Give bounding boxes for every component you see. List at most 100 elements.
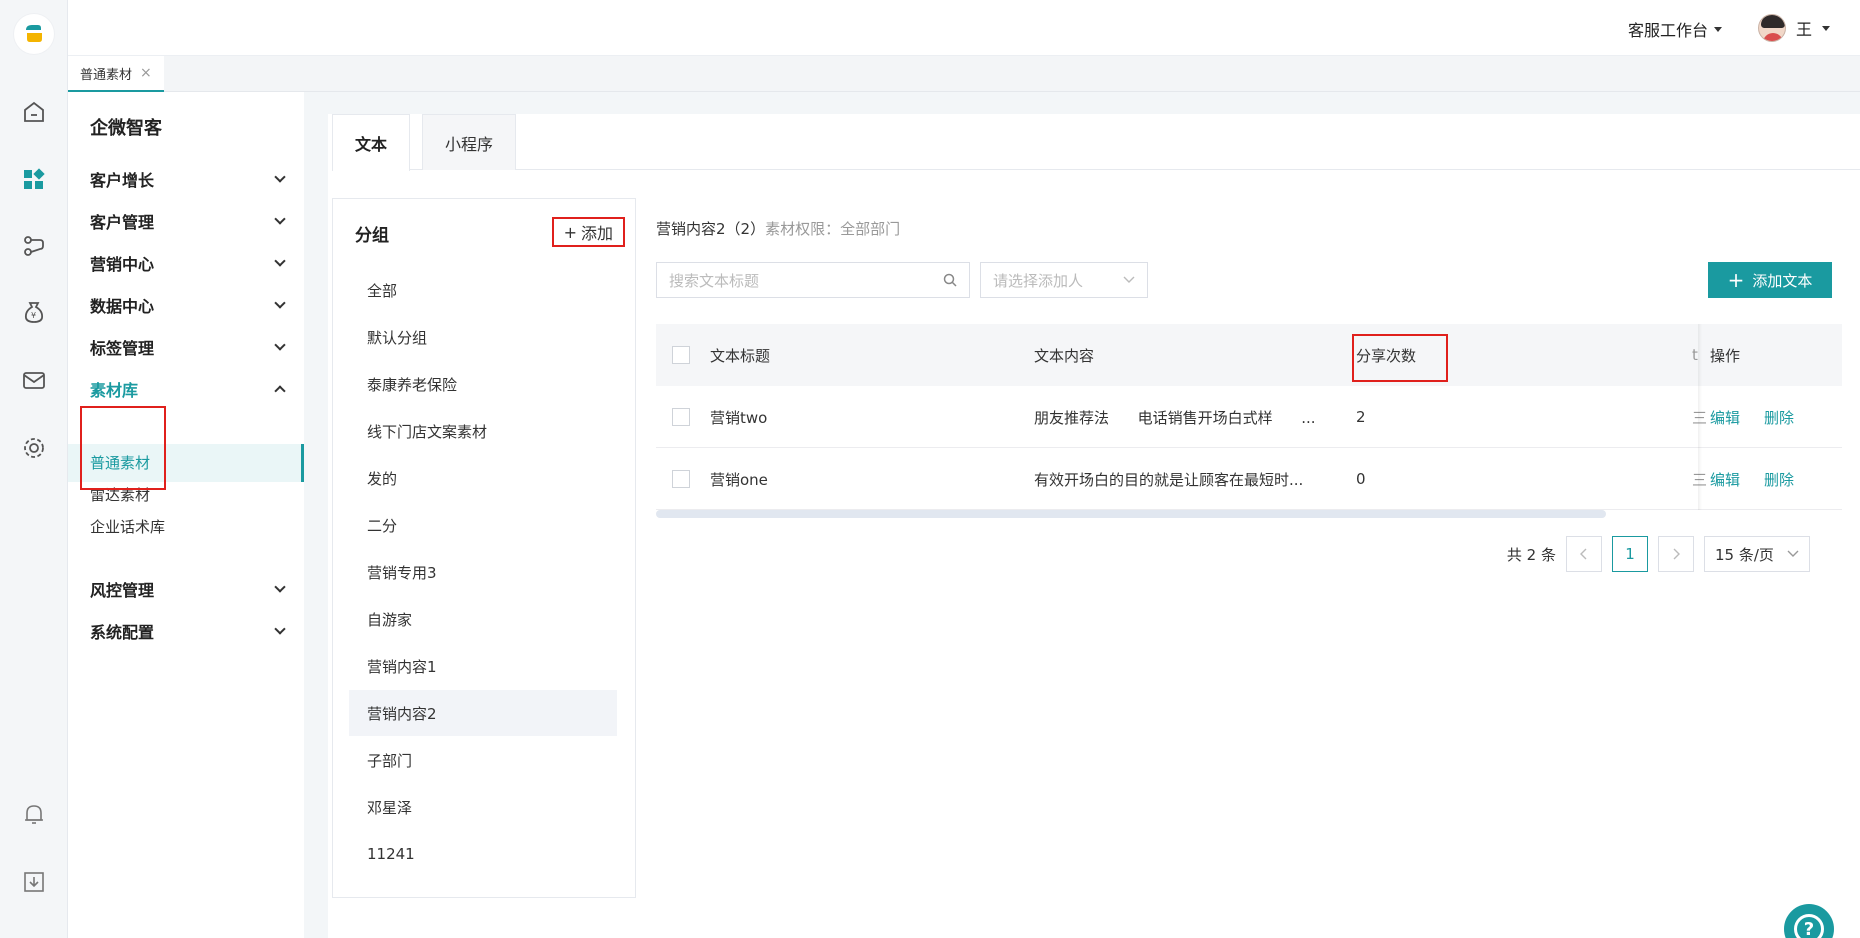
menu-label: 数据中心 xyxy=(90,297,155,316)
menu-label: 系统配置 xyxy=(90,623,155,642)
row-title: 营销one xyxy=(710,470,768,489)
chevron-down-icon xyxy=(274,213,286,225)
mail-icon[interactable] xyxy=(20,366,48,394)
menu-label: 营销中心 xyxy=(90,255,155,274)
group-item[interactable]: 发的 xyxy=(349,455,617,501)
group-name: 营销内容2（2） xyxy=(656,220,766,238)
page-tab-plain-material[interactable]: 普通素材 × xyxy=(68,56,164,92)
edit-link[interactable]: 编辑 xyxy=(1710,407,1740,428)
group-item[interactable]: 默认分组 xyxy=(349,314,617,360)
menu-risk-control[interactable]: 风控管理 xyxy=(90,574,290,604)
row-title: 营销two xyxy=(710,408,768,427)
table-row: 营销two 朋友推荐法 电话销售开场白式样 ... 2 三 编辑 删除 xyxy=(656,386,1842,448)
row-shares: 2 xyxy=(1356,408,1366,426)
workspace-switcher[interactable]: 客服工作台 xyxy=(1628,17,1722,41)
workspace-label: 客服工作台 xyxy=(1627,21,1708,40)
page-size-select[interactable]: 15 条/页 xyxy=(1704,536,1810,572)
menu-marketing-center[interactable]: 营销中心 xyxy=(90,248,290,278)
home-icon[interactable] xyxy=(20,98,48,126)
page-number[interactable]: 1 xyxy=(1612,536,1648,572)
row-checkbox[interactable] xyxy=(672,408,690,426)
row-shares: 0 xyxy=(1356,470,1366,488)
brand-title: 企微智客 xyxy=(90,118,162,139)
group-item-selected[interactable]: 营销内容2 xyxy=(349,690,617,736)
top-bar: 客服工作台 王 xyxy=(68,0,1860,56)
group-item[interactable]: 子部门 xyxy=(349,737,617,783)
menu-data-center[interactable]: 数据中心 xyxy=(90,290,290,320)
select-all-checkbox[interactable] xyxy=(672,346,690,364)
chevron-left-icon xyxy=(1580,548,1587,560)
select-placeholder: 请选择添加人 xyxy=(993,271,1084,290)
menu-customer-growth[interactable]: 客户增长 xyxy=(90,164,290,194)
close-icon[interactable]: × xyxy=(140,65,152,81)
chevron-down-icon xyxy=(1787,550,1799,557)
menu-label: 客户增长 xyxy=(90,171,155,190)
caret-down-icon xyxy=(1822,25,1830,31)
next-page-button[interactable] xyxy=(1658,536,1694,572)
group-item[interactable]: 营销内容1 xyxy=(349,643,617,689)
highlight-box xyxy=(1352,334,1448,382)
menu-system-config[interactable]: 系统配置 xyxy=(90,616,290,646)
settings-icon[interactable] xyxy=(20,434,48,462)
pagination: 共 2 条 1 15 条/页 xyxy=(1507,536,1810,572)
chevron-down-icon xyxy=(274,297,286,309)
row-content: 朋友推荐法 电话销售开场白式样 ... xyxy=(1034,408,1316,427)
group-item[interactable]: 营销专用3 xyxy=(349,549,617,595)
group-item[interactable]: 11241 xyxy=(349,831,617,877)
user-name: 王 xyxy=(1795,20,1812,39)
group-item[interactable]: 二分 xyxy=(349,502,617,548)
group-panel-title: 分组 xyxy=(355,226,389,246)
add-group-label: 添加 xyxy=(580,224,613,243)
row-content: 有效开场白的目的就是让顾客在最短时... xyxy=(1034,470,1304,489)
row-checkbox[interactable] xyxy=(672,470,690,488)
apps-icon[interactable] xyxy=(20,166,48,194)
prev-page-button[interactable] xyxy=(1566,536,1602,572)
horizontal-scrollbar[interactable] xyxy=(656,510,1606,518)
download-icon[interactable] xyxy=(20,868,48,896)
chevron-down-icon xyxy=(274,339,286,351)
add-text-button[interactable]: + 添加文本 xyxy=(1708,262,1832,298)
col-title: 文本标题 xyxy=(710,346,771,365)
permission-label: 素材权限： xyxy=(765,220,841,238)
add-group-button[interactable]: + 添加 xyxy=(551,217,625,247)
adder-select[interactable]: 请选择添加人 xyxy=(980,262,1148,298)
page-tab-label: 普通素材 xyxy=(80,67,133,83)
delete-link[interactable]: 删除 xyxy=(1764,407,1794,428)
content-type-tabs: 文本 小程序 xyxy=(332,114,1860,171)
chevron-up-icon xyxy=(274,385,286,397)
flow-icon[interactable] xyxy=(20,232,48,260)
menu-tag-management[interactable]: 标签管理 xyxy=(90,332,290,362)
money-bag-icon[interactable]: ¥ xyxy=(20,298,48,326)
page-size-label: 15 条/页 xyxy=(1715,545,1774,564)
plus-icon: + xyxy=(563,222,577,242)
search-input[interactable]: 搜索文本标题 xyxy=(656,262,970,298)
menu-customer-management[interactable]: 客户管理 xyxy=(90,206,290,236)
permission-value: 全部部门 xyxy=(840,220,901,238)
plus-icon: + xyxy=(1727,268,1745,292)
avatar xyxy=(1757,14,1786,42)
page-tab-strip: 普通素材 × xyxy=(68,56,1860,92)
table-row: 营销one 有效开场白的目的就是让顾客在最短时... 0 三 编辑 删除 xyxy=(656,448,1842,510)
group-item[interactable]: 邓星泽 xyxy=(349,784,617,830)
chevron-down-icon xyxy=(274,255,286,267)
caret-down-icon xyxy=(1714,26,1722,32)
user-menu[interactable]: 王 xyxy=(1757,14,1830,42)
tab-text[interactable]: 文本 xyxy=(332,114,411,171)
submenu-script-library[interactable]: 企业话术库 xyxy=(90,508,165,544)
app-logo[interactable] xyxy=(14,14,54,54)
table-header: 文本标题 文本内容 分享次数 t 操作 xyxy=(656,324,1842,386)
group-info: 营销内容2（2）素材权限：全部部门 xyxy=(656,218,900,239)
menu-material-library[interactable]: 素材库 xyxy=(90,374,290,404)
group-item[interactable]: 全部 xyxy=(349,267,617,313)
tab-mini-program[interactable]: 小程序 xyxy=(422,114,517,170)
sidebar-menu: 企微智客 客户增长 客户管理 营销中心 数据中心 标签管理 素材库 普通素材 雷… xyxy=(68,92,304,938)
main-area: 文本 小程序 分组 + 添加 全部 默认分组 泰康养老保险 线下门店文案素材 发… xyxy=(304,92,1860,938)
edit-link[interactable]: 编辑 xyxy=(1710,469,1740,490)
menu-label: 标签管理 xyxy=(90,339,155,358)
group-item[interactable]: 自游家 xyxy=(349,596,617,642)
group-item[interactable]: 线下门店文案素材 xyxy=(349,408,617,454)
group-item[interactable]: 泰康养老保险 xyxy=(349,361,617,407)
delete-link[interactable]: 删除 xyxy=(1764,469,1794,490)
chevron-down-icon xyxy=(274,623,286,635)
bell-icon[interactable] xyxy=(20,800,48,828)
